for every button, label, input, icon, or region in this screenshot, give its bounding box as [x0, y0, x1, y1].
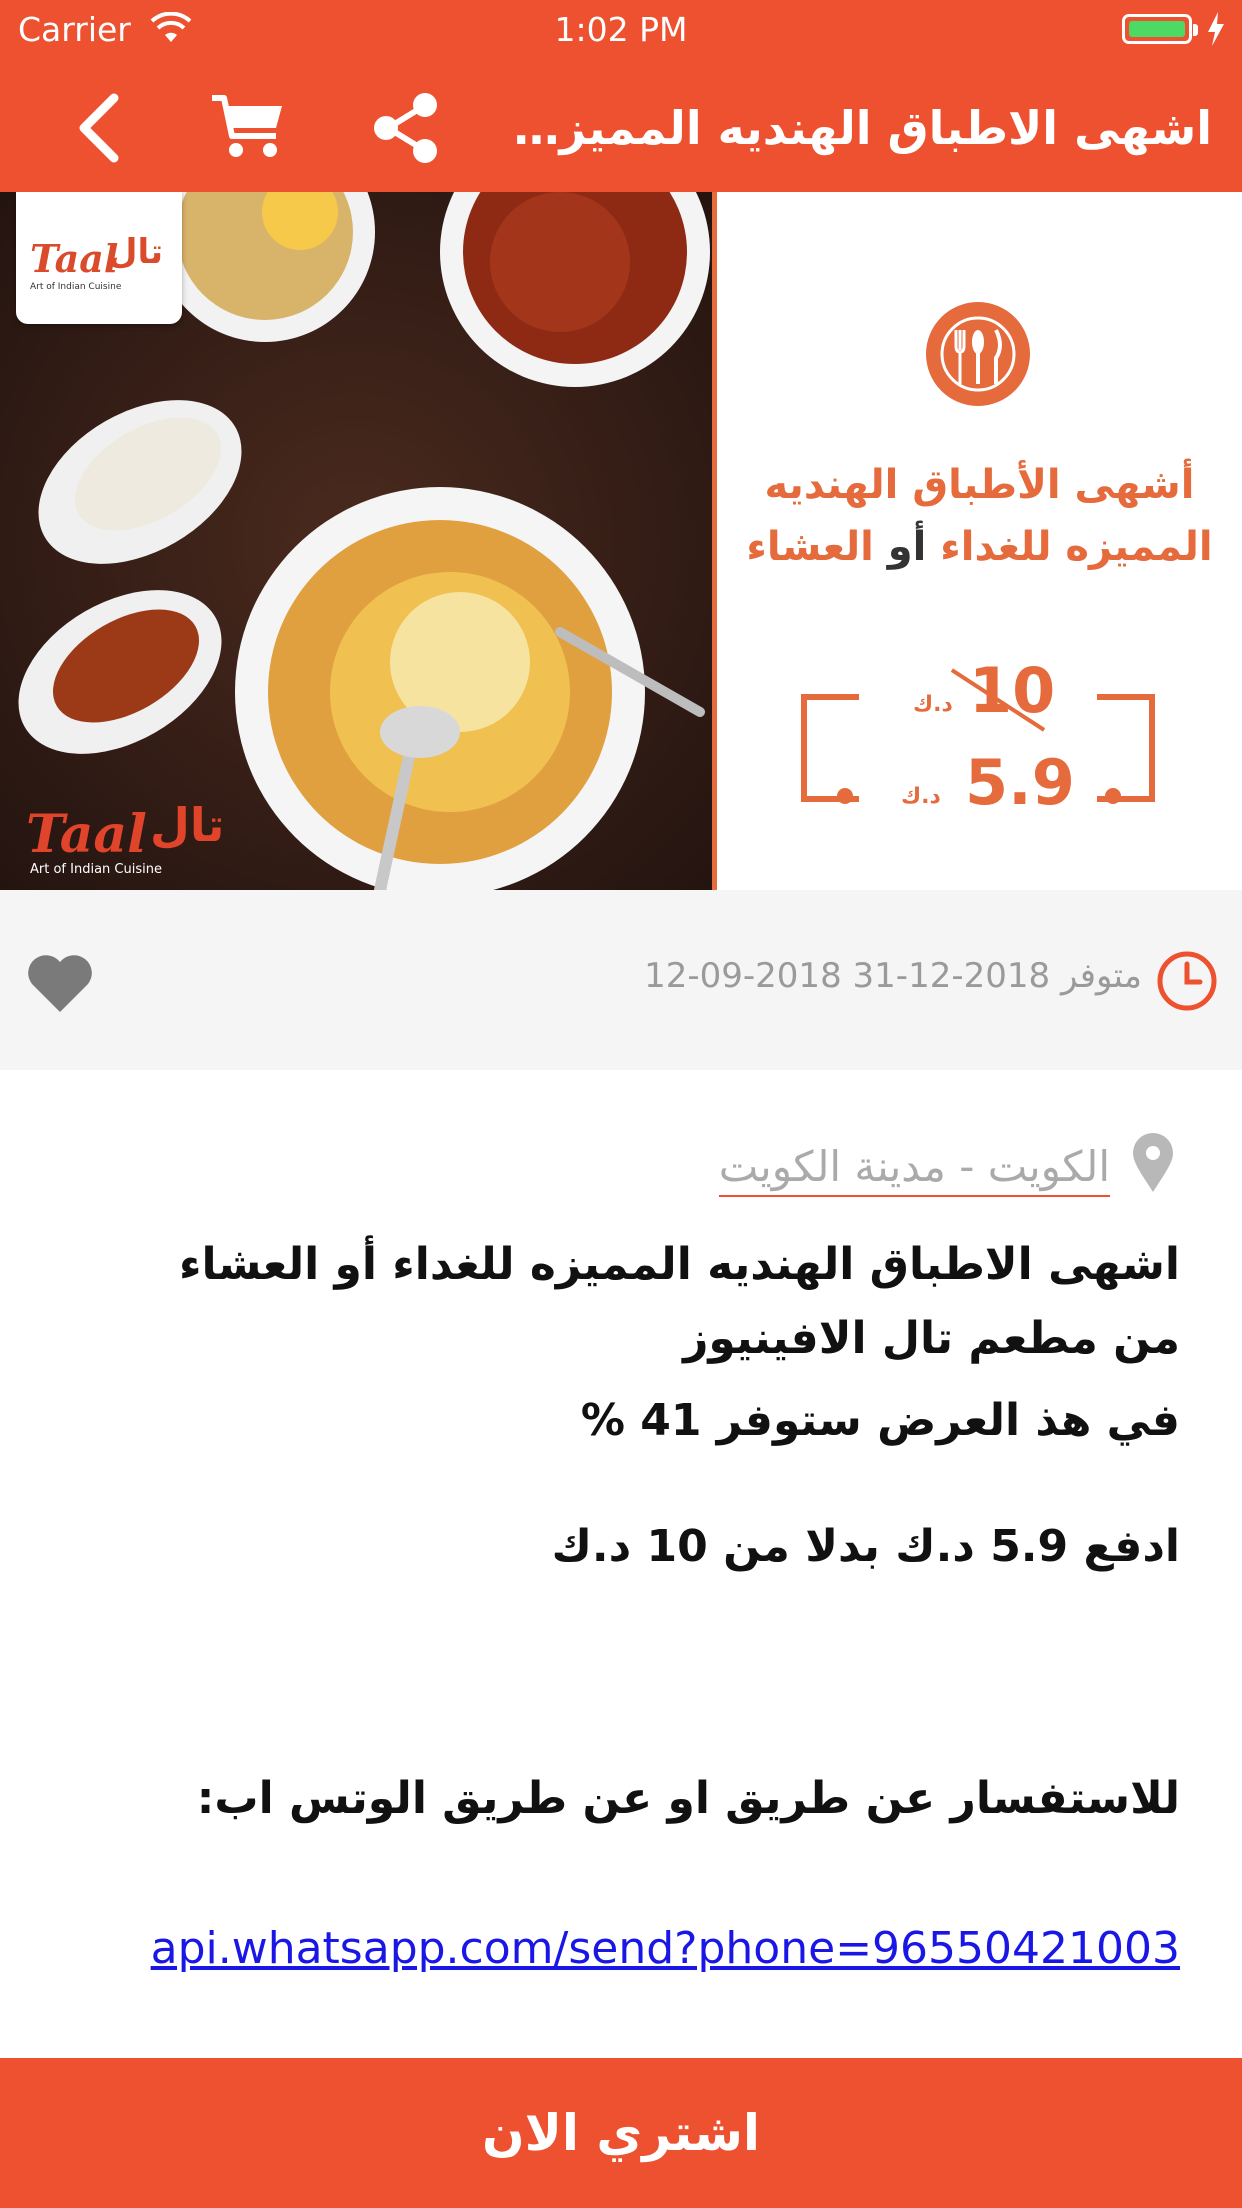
location-link[interactable]: الكويت - مدينة الكويت — [718, 1142, 1110, 1197]
offer-price-text: ادفع 5.9 د.ك بدلا من 10 د.ك — [551, 1521, 1180, 1572]
offer-description: اشهى الاطباق الهنديه المميزه للغداء أو ا… — [178, 1239, 1180, 1364]
offer-heading: أشهى الأطباق الهنديه المميزه للغداء أو ا… — [717, 454, 1242, 578]
buy-now-button[interactable]: اشتري الان — [0, 2058, 1242, 2208]
cutlery-icon — [926, 302, 1030, 406]
price-frame-left — [801, 694, 859, 802]
inquiry-text: للاستفسار عن طريق او عن طريق الوتس اب: — [196, 1773, 1180, 1824]
old-price-unit: د.ك — [913, 692, 953, 717]
heart-icon[interactable] — [24, 950, 96, 1014]
price-frame-dot — [1105, 788, 1121, 804]
availability-bar: متوفر 2018-12-31 2018-09-12 — [0, 890, 1242, 1070]
battery-icon — [1122, 14, 1192, 44]
offer-price-panel: أشهى الأطباق الهنديه المميزه للغداء أو ا… — [717, 192, 1242, 890]
food-photo: Taal تال Art of Indian Cuisine Taal تال … — [0, 192, 712, 890]
photo-logo-text: Taal — [26, 804, 147, 865]
clock-icon — [1157, 951, 1217, 1011]
availability-dates: متوفر 2018-12-31 2018-09-12 — [644, 956, 1142, 996]
offer-savings: في هذ العرض ستوفر 41 % — [580, 1395, 1180, 1446]
offer-heading-line1: أشهى الأطباق الهنديه — [764, 462, 1195, 508]
new-price-unit: د.ك — [901, 784, 941, 809]
new-price: 5.9 — [965, 746, 1075, 819]
charging-icon — [1208, 12, 1224, 46]
page-title: اشهى الاطباق الهنديه المميزه للغداء أو ا… — [490, 101, 1212, 155]
price-frame-right — [1097, 694, 1155, 802]
logo-text-arabic: تال — [108, 232, 164, 272]
status-bar: Carrier 1:02 PM — [0, 0, 1242, 62]
logo-subtitle: Art of Indian Cuisine — [30, 282, 122, 292]
chevron-left-icon[interactable] — [70, 92, 134, 164]
restaurant-logo: Taal تال Art of Indian Cuisine — [16, 192, 182, 324]
price-frame-dot — [837, 788, 853, 804]
location-pin-icon — [1133, 1133, 1173, 1192]
clock-time: 1:02 PM — [554, 10, 688, 49]
share-icon[interactable] — [370, 92, 440, 164]
cart-icon[interactable] — [210, 92, 286, 162]
offer-heading-line2: المميزه للغداء أو العشاء — [746, 524, 1213, 570]
photo-logo-subtitle: Art of Indian Cuisine — [30, 862, 162, 877]
battery-tip — [1193, 24, 1198, 36]
offer-image: Taal تال Art of Indian Cuisine Taal تال … — [0, 192, 1242, 890]
whatsapp-link[interactable]: api.whatsapp.com/send?phone=96550421003 — [151, 1916, 1180, 1982]
nav-bar: اشهى الاطباق الهنديه المميزه للغداء أو ا… — [0, 62, 1242, 192]
offer-details: الكويت - مدينة الكويت اشهى الاطباق الهند… — [0, 1070, 1242, 2058]
logo-text: Taal — [30, 236, 119, 281]
photo-logo-text-arabic: تال — [150, 798, 225, 852]
